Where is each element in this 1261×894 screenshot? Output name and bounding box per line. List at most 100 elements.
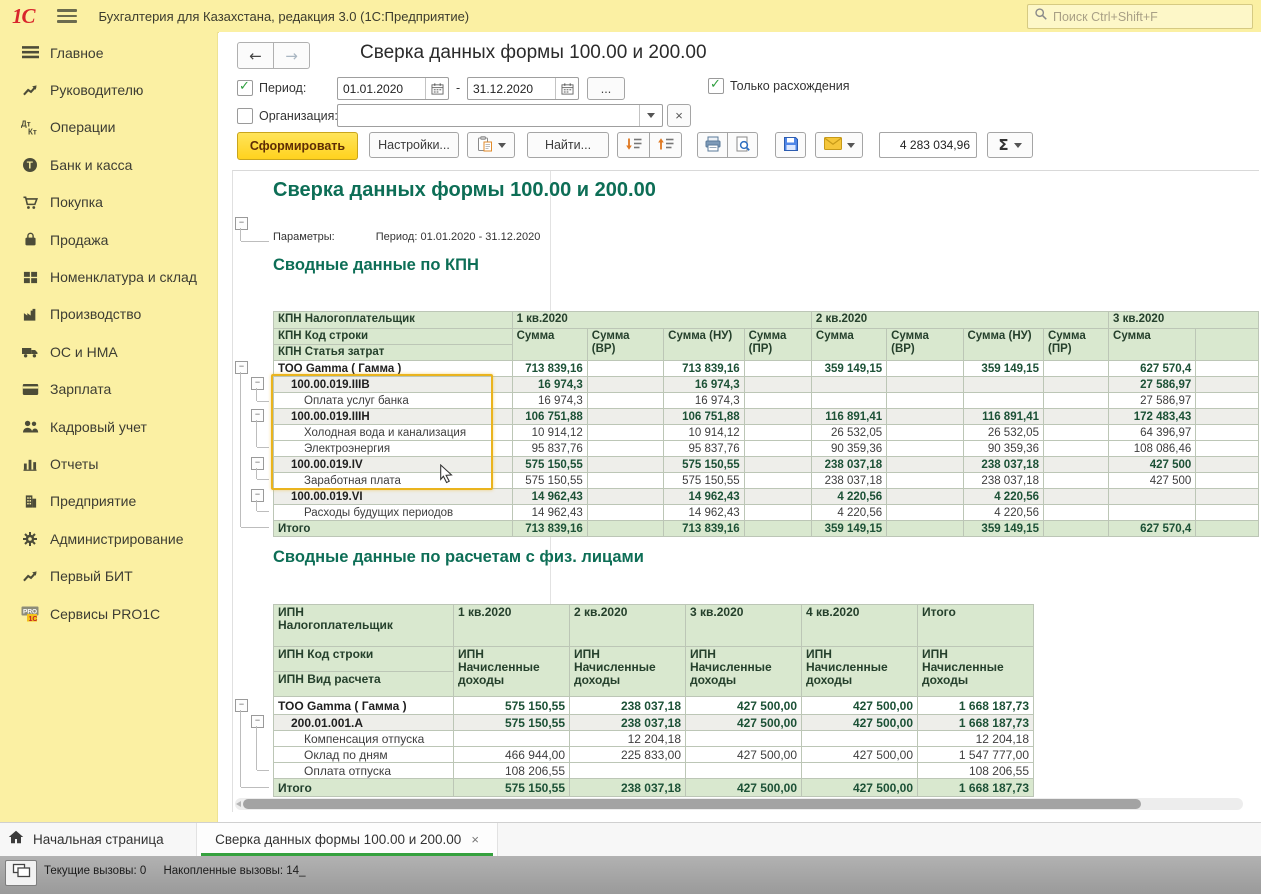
value-cell[interactable] — [587, 409, 663, 425]
global-search-input[interactable]: Поиск Ctrl+Shift+F — [1027, 4, 1253, 29]
sidebar-item[interactable]: Отчеты — [0, 445, 217, 482]
value-cell[interactable] — [802, 731, 918, 747]
sidebar-item[interactable]: Руководителю — [0, 71, 217, 108]
value-cell[interactable] — [1043, 361, 1108, 377]
row-label[interactable]: Оплата услуг банка — [274, 393, 513, 409]
value-cell[interactable] — [1043, 521, 1108, 537]
value-cell[interactable]: 575 150,55 — [664, 457, 744, 473]
value-cell[interactable]: 575 150,55 — [454, 779, 570, 797]
value-cell[interactable] — [811, 377, 886, 393]
value-cell[interactable] — [587, 441, 663, 457]
value-cell[interactable] — [1043, 505, 1108, 521]
quarter-header[interactable]: Итого — [918, 605, 1034, 647]
value-cell[interactable]: 1 668 187,73 — [918, 715, 1034, 731]
value-cell[interactable] — [1196, 457, 1259, 473]
value-cell[interactable] — [744, 521, 811, 537]
value-cell[interactable] — [744, 361, 811, 377]
value-cell[interactable] — [587, 489, 663, 505]
value-cell[interactable]: 27 586,97 — [1109, 393, 1196, 409]
value-cell[interactable]: 4 220,56 — [963, 489, 1043, 505]
value-cell[interactable]: 427 500,00 — [686, 747, 802, 763]
row-label[interactable]: Заработная плата — [274, 473, 513, 489]
organization-input[interactable] — [337, 104, 663, 127]
group-collapse-toggle[interactable]: − — [251, 377, 264, 390]
value-cell[interactable]: 627 570,4 — [1109, 361, 1196, 377]
value-cell[interactable] — [1196, 377, 1259, 393]
value-cell[interactable] — [1196, 489, 1259, 505]
copy-result-button[interactable] — [467, 132, 515, 158]
subheader-cell[interactable]: Сумма (ПР) — [1043, 329, 1108, 361]
value-cell[interactable]: 95 837,76 — [664, 441, 744, 457]
sidebar-item[interactable]: Первый БИТ — [0, 557, 217, 594]
value-cell[interactable] — [887, 393, 963, 409]
value-cell[interactable]: 627 570,4 — [1109, 521, 1196, 537]
value-cell[interactable] — [1196, 473, 1259, 489]
value-cell[interactable] — [454, 731, 570, 747]
value-cell[interactable] — [744, 489, 811, 505]
value-cell[interactable]: 4 220,56 — [811, 505, 886, 521]
value-cell[interactable]: 10 914,12 — [512, 425, 587, 441]
row-label[interactable]: Электроэнергия — [274, 441, 513, 457]
value-cell[interactable]: 359 149,15 — [811, 521, 886, 537]
value-cell[interactable] — [1196, 361, 1259, 377]
value-cell[interactable] — [1196, 393, 1259, 409]
header-cell[interactable]: КПН Статья затрат — [274, 345, 513, 361]
value-cell[interactable] — [587, 393, 663, 409]
group-collapse-toggle[interactable]: − — [251, 409, 264, 422]
sidebar-item[interactable]: Производство — [0, 296, 217, 333]
value-cell[interactable]: 4 220,56 — [963, 505, 1043, 521]
value-cell[interactable] — [887, 505, 963, 521]
row-label[interactable]: Итого — [274, 779, 454, 797]
row-label[interactable]: Расходы будущих периодов — [274, 505, 513, 521]
value-cell[interactable]: 575 150,55 — [664, 473, 744, 489]
value-cell[interactable]: 14 962,43 — [512, 489, 587, 505]
subheader-cell[interactable]: Сумма — [1109, 329, 1196, 361]
value-cell[interactable]: 26 532,05 — [963, 425, 1043, 441]
value-cell[interactable] — [587, 361, 663, 377]
quarter-header[interactable]: 3 кв.2020 — [1109, 312, 1259, 329]
value-cell[interactable]: 713 839,16 — [512, 521, 587, 537]
value-cell[interactable]: 106 751,88 — [664, 409, 744, 425]
value-cell[interactable]: 108 086,46 — [1109, 441, 1196, 457]
subheader-cell[interactable]: Сумма (ВР) — [887, 329, 963, 361]
organization-clear-button[interactable]: × — [667, 104, 691, 127]
period-checkbox[interactable] — [237, 80, 253, 96]
value-cell[interactable]: 10 914,12 — [664, 425, 744, 441]
subheader-cell[interactable]: ИПН Начисленные доходы — [686, 647, 802, 697]
main-menu-icon[interactable] — [57, 9, 77, 23]
row-label[interactable]: ТОО Gamma ( Гамма ) — [274, 361, 513, 377]
sidebar-item[interactable]: Кадровый учет — [0, 408, 217, 445]
group-collapse-toggle[interactable]: − — [251, 489, 264, 502]
value-cell[interactable] — [587, 521, 663, 537]
value-cell[interactable] — [811, 393, 886, 409]
value-cell[interactable]: 427 500 — [1109, 457, 1196, 473]
value-cell[interactable] — [1109, 489, 1196, 505]
sidebar-item[interactable]: ДтКтОперации — [0, 109, 217, 146]
value-cell[interactable]: 16 974,3 — [512, 377, 587, 393]
value-cell[interactable] — [1043, 441, 1108, 457]
subheader-cell[interactable]: ИПН Начисленные доходы — [918, 647, 1034, 697]
subheader-cell[interactable]: Сумма (ПР) — [744, 329, 811, 361]
find-button[interactable]: Найти... — [527, 132, 609, 158]
tab-close-icon[interactable]: × — [471, 832, 479, 847]
value-cell[interactable]: 427 500,00 — [802, 697, 918, 715]
value-cell[interactable]: 225 833,00 — [570, 747, 686, 763]
value-cell[interactable] — [1043, 473, 1108, 489]
value-cell[interactable]: 14 962,43 — [664, 505, 744, 521]
value-cell[interactable] — [570, 763, 686, 779]
sidebar-item[interactable]: Зарплата — [0, 371, 217, 408]
row-label[interactable]: 200.01.001.А — [274, 715, 454, 731]
group-collapse-toggle[interactable]: − — [235, 699, 248, 712]
settings-button[interactable]: Настройки... — [369, 132, 459, 158]
value-cell[interactable] — [887, 377, 963, 393]
value-cell[interactable]: 427 500,00 — [686, 697, 802, 715]
sidebar-item[interactable]: Номенклатура и склад — [0, 258, 217, 295]
header-cell[interactable]: ИПН Код строки — [274, 647, 454, 672]
subheader-cell[interactable]: Сумма — [512, 329, 587, 361]
value-cell[interactable]: 238 037,18 — [811, 473, 886, 489]
value-cell[interactable]: 238 037,18 — [570, 697, 686, 715]
header-cell[interactable]: КПН Налогоплательщик — [274, 312, 513, 329]
value-cell[interactable] — [887, 473, 963, 489]
sum-function-button[interactable]: Σ — [987, 132, 1033, 158]
horizontal-scrollbar[interactable] — [235, 798, 1243, 810]
